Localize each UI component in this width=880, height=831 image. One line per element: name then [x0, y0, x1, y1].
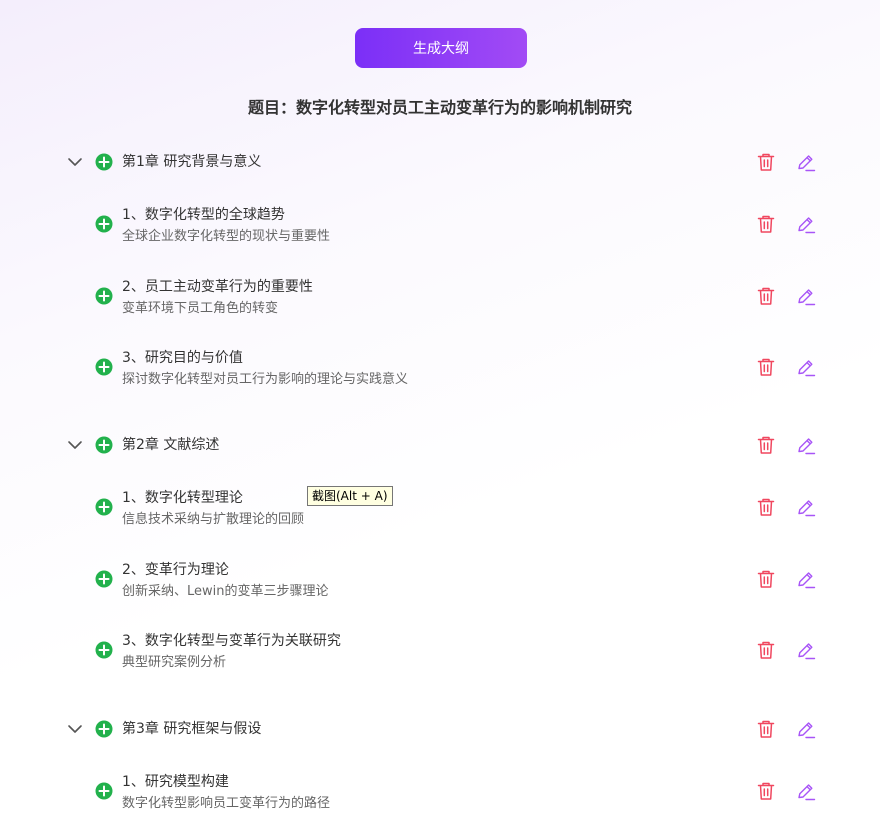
- chevron-down-icon[interactable]: [66, 720, 84, 738]
- trash-icon[interactable]: [756, 719, 776, 739]
- pencil-icon[interactable]: [796, 152, 816, 172]
- trash-icon[interactable]: [756, 214, 776, 234]
- pencil-icon[interactable]: [796, 214, 816, 234]
- section-description: 全球企业数字化转型的现状与重要性: [122, 229, 331, 244]
- section-description: 典型研究案例分析: [122, 655, 227, 670]
- plus-circle-icon[interactable]: [95, 782, 113, 800]
- chevron-down-icon[interactable]: [66, 436, 84, 454]
- trash-icon[interactable]: [756, 781, 776, 801]
- trash-icon[interactable]: [756, 357, 776, 377]
- section-title: 1、研究模型构建: [122, 774, 229, 790]
- chapter-title: 第3章 研究框架与假设: [122, 721, 262, 737]
- plus-circle-icon[interactable]: [95, 358, 113, 376]
- chapter-title: 第2章 文献综述: [122, 437, 220, 453]
- section-title: 1、数字化转型的全球趋势: [122, 207, 285, 223]
- section-title: 1、数字化转型理论: [122, 490, 243, 506]
- section-description: 数字化转型影响员工变革行为的路径: [122, 796, 331, 811]
- plus-circle-icon[interactable]: [95, 436, 113, 454]
- plus-circle-icon[interactable]: [95, 498, 113, 516]
- pencil-icon[interactable]: [796, 435, 816, 455]
- section-description: 变革环境下员工角色的转变: [122, 300, 279, 316]
- plus-circle-icon[interactable]: [95, 570, 113, 588]
- section-description: 信息技术采纳与扩散理论的回顾: [122, 512, 305, 527]
- chevron-down-icon[interactable]: [66, 153, 84, 171]
- section-title: 2、变革行为理论: [122, 561, 229, 578]
- section-title: 3、研究目的与价值: [122, 350, 243, 366]
- trash-icon[interactable]: [756, 286, 776, 306]
- section-description: 创新采纳、Lewin的变革三步骤理论: [122, 583, 329, 599]
- pencil-icon[interactable]: [796, 781, 816, 801]
- plus-circle-icon[interactable]: [95, 153, 113, 171]
- pencil-icon[interactable]: [796, 286, 816, 306]
- screenshot-tooltip: 截图(Alt + A): [307, 486, 393, 506]
- pencil-icon[interactable]: [796, 357, 816, 377]
- generate-outline-button[interactable]: 生成大纲: [355, 28, 527, 68]
- plus-circle-icon[interactable]: [95, 287, 113, 305]
- plus-circle-icon[interactable]: [95, 641, 113, 659]
- pencil-icon[interactable]: [796, 719, 816, 739]
- pencil-icon[interactable]: [796, 497, 816, 517]
- pencil-icon[interactable]: [796, 569, 816, 589]
- trash-icon[interactable]: [756, 152, 776, 172]
- plus-circle-icon[interactable]: [95, 720, 113, 738]
- trash-icon[interactable]: [756, 435, 776, 455]
- page-title: 题目：数字化转型对员工主动变革行为的影响机制研究: [247, 98, 632, 117]
- chapter-title: 第1章 研究背景与意义: [122, 154, 262, 170]
- pencil-icon[interactable]: [796, 640, 816, 660]
- trash-icon[interactable]: [756, 640, 776, 660]
- section-description: 探讨数字化转型对员工行为影响的理论与实践意义: [122, 372, 409, 387]
- trash-icon[interactable]: [756, 569, 776, 589]
- plus-circle-icon[interactable]: [95, 215, 113, 233]
- trash-icon[interactable]: [756, 497, 776, 517]
- section-title: 3、数字化转型与变革行为关联研究: [122, 633, 341, 649]
- section-title: 2、员工主动变革行为的重要性: [122, 278, 313, 295]
